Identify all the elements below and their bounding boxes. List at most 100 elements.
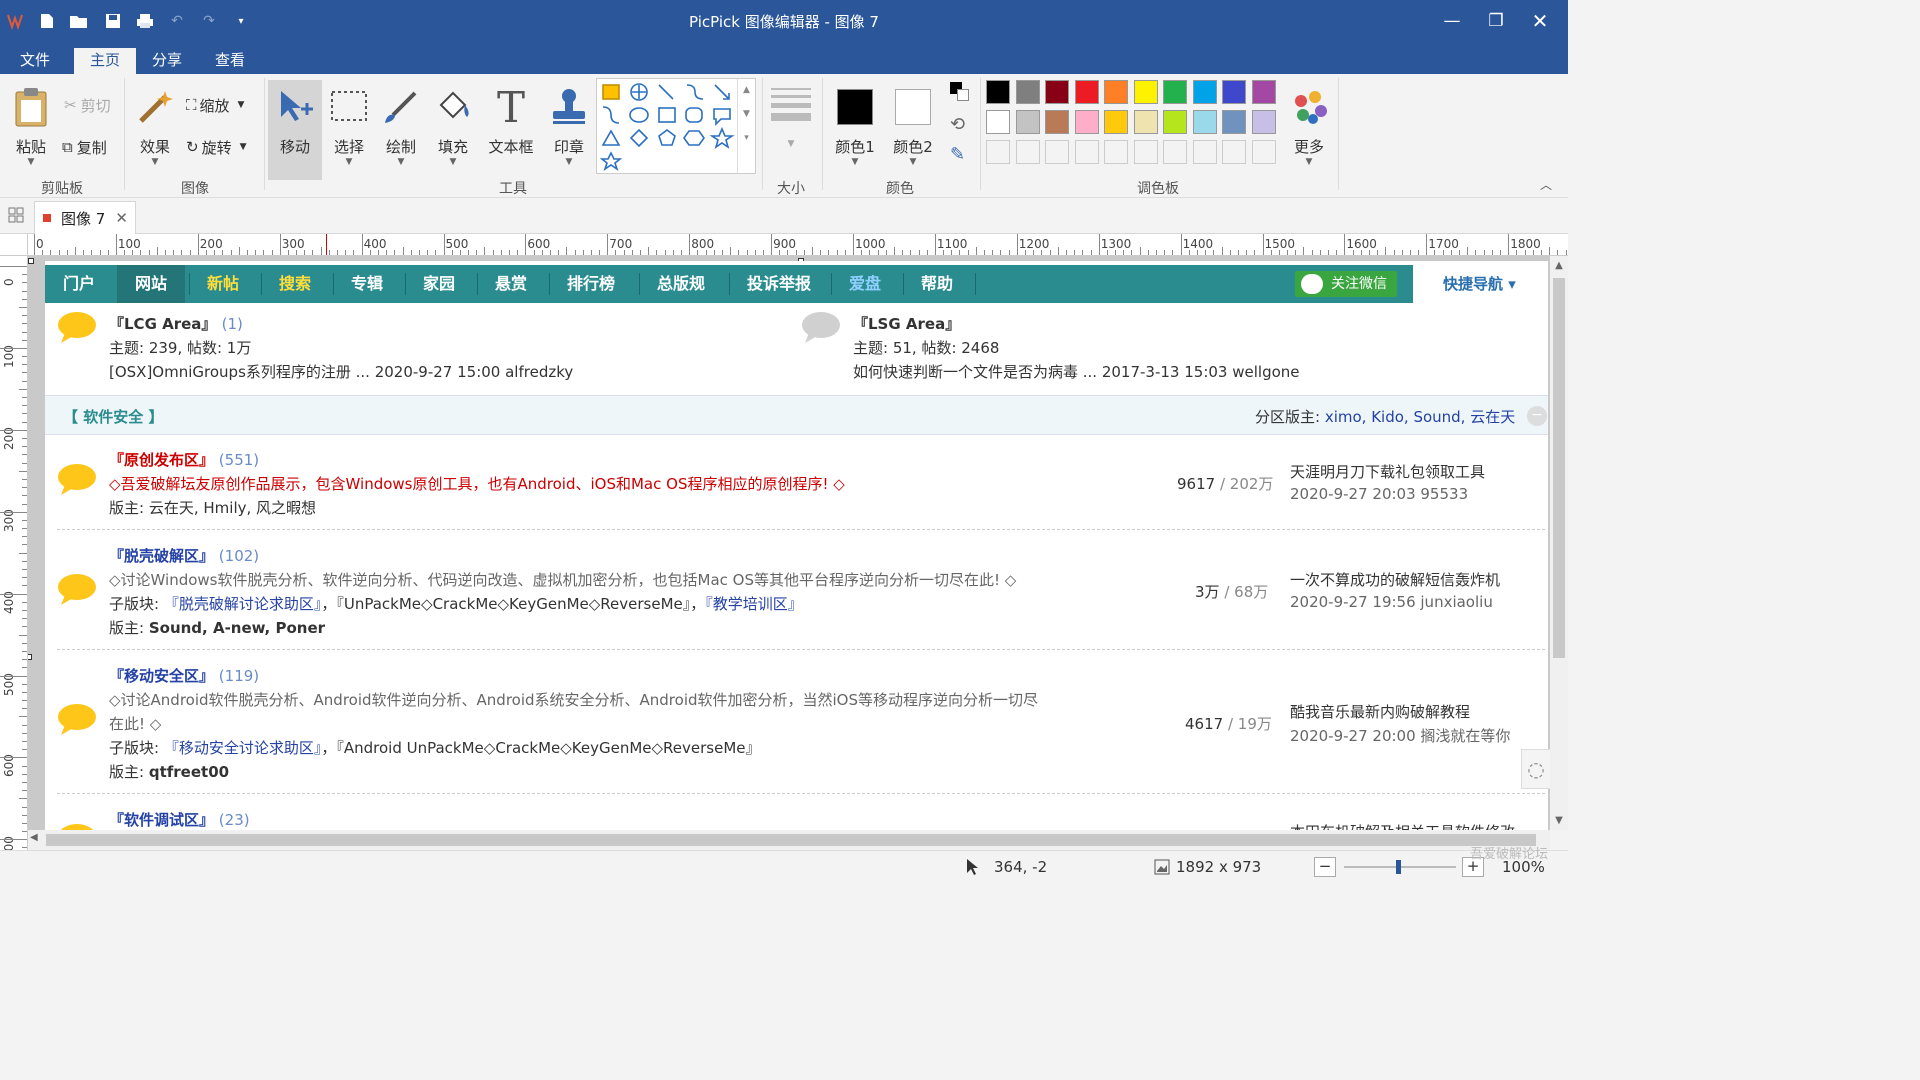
shape-star6[interactable] bbox=[599, 151, 623, 171]
document-tab[interactable]: 图像 7 ✕ bbox=[34, 201, 136, 234]
site-nav-item[interactable]: 专辑 bbox=[333, 265, 401, 303]
palette-swatch[interactable] bbox=[1163, 80, 1187, 104]
site-nav-item[interactable]: 投诉举报 bbox=[729, 265, 829, 303]
site-nav-item[interactable]: 家园 bbox=[405, 265, 473, 303]
palette-swatch[interactable] bbox=[986, 80, 1010, 104]
horizontal-scroll-thumb[interactable] bbox=[46, 834, 1536, 846]
shape-hexagon[interactable] bbox=[683, 130, 705, 146]
scroll-up-icon[interactable]: ▲ bbox=[1550, 260, 1568, 271]
palette-swatch[interactable] bbox=[1251, 80, 1276, 104]
subforum-link[interactable]: 『脱壳破解讨论求助区』 bbox=[164, 595, 322, 613]
shape-rectangle[interactable] bbox=[658, 107, 676, 123]
stamp-tool-button[interactable]: 印章 ▼ bbox=[542, 80, 596, 174]
gallery-expand-icon[interactable]: ▾ bbox=[738, 133, 755, 143]
grid-view-icon[interactable] bbox=[8, 207, 24, 223]
site-nav-item[interactable]: 新帖 bbox=[189, 265, 257, 303]
shape-ellipse[interactable] bbox=[629, 107, 649, 123]
wechat-follow-button[interactable]: 关注微信 bbox=[1295, 271, 1397, 297]
palette-swatch[interactable] bbox=[1133, 80, 1158, 104]
vertical-scroll-thumb[interactable] bbox=[1553, 278, 1565, 658]
resize-handle-left[interactable] bbox=[28, 654, 32, 660]
line-size-button[interactable]: ▼ bbox=[768, 84, 814, 164]
quick-nav-dropdown[interactable]: 快捷导航 ▾ bbox=[1413, 265, 1548, 303]
palette-swatch[interactable] bbox=[1163, 110, 1187, 134]
palette-swatch[interactable] bbox=[1104, 80, 1128, 104]
site-nav-item[interactable]: 门户 bbox=[45, 265, 113, 303]
site-nav-item[interactable]: 帮助 bbox=[903, 265, 971, 303]
section-mods-list[interactable]: ximo, Kido, Sound, 云在天 bbox=[1325, 408, 1515, 426]
textbox-tool-button[interactable]: T 文本框 bbox=[482, 80, 540, 174]
select-tool-button[interactable]: 选择 ▼ bbox=[322, 80, 376, 174]
resize-handle-tl[interactable] bbox=[28, 258, 34, 264]
site-nav-item[interactable]: 爱盘 bbox=[831, 265, 899, 303]
vertical-scrollbar[interactable]: ▲ ▼ bbox=[1550, 256, 1568, 830]
horizontal-scrollbar[interactable]: ◀ bbox=[28, 830, 1550, 850]
palette-swatch[interactable] bbox=[1222, 80, 1246, 104]
zoom-slider-thumb[interactable] bbox=[1396, 860, 1401, 874]
tab-home[interactable]: 主页 bbox=[74, 48, 137, 74]
palette-empty-swatch[interactable] bbox=[1104, 140, 1128, 164]
color2-button[interactable]: 颜色2 ▼ bbox=[886, 80, 940, 174]
palette-empty-swatch[interactable] bbox=[1015, 140, 1040, 164]
shape-triangle[interactable] bbox=[601, 129, 621, 146]
palette-swatch[interactable] bbox=[1251, 110, 1276, 134]
shape-curve[interactable] bbox=[686, 84, 704, 100]
scroll-up-icon[interactable]: ▲ bbox=[738, 85, 755, 95]
subforum-link[interactable]: 『Android UnPackMe◇CrackMe◇KeyGenMe◇Rever… bbox=[336, 739, 760, 757]
forum-last-title[interactable]: 本田车机破解及相关工具软件修改 bbox=[1290, 821, 1515, 830]
palette-empty-swatch[interactable] bbox=[986, 140, 1010, 164]
shape-star[interactable] bbox=[709, 126, 735, 149]
close-tab-icon[interactable]: ✕ bbox=[115, 209, 128, 227]
palette-empty-swatch[interactable] bbox=[1222, 140, 1246, 164]
color1-button[interactable]: 颜色1 ▼ bbox=[828, 80, 882, 174]
move-tool-button[interactable]: 移动 bbox=[268, 80, 322, 180]
shape-arrow[interactable] bbox=[714, 84, 730, 100]
palette-swatch[interactable] bbox=[1045, 110, 1069, 134]
zoom-out-button[interactable]: − bbox=[1314, 857, 1336, 877]
shapes-gallery-scroll[interactable]: ▲ ▼ ▾ bbox=[737, 79, 755, 173]
site-nav-item[interactable]: 排行榜 bbox=[549, 265, 633, 303]
subforum-link[interactable]: 『教学培训区』 bbox=[705, 595, 803, 613]
palette-swatch[interactable] bbox=[1074, 110, 1099, 134]
forum-name[interactable]: 『脱壳破解区』 (102) bbox=[109, 545, 259, 566]
site-nav-item[interactable]: 网站 bbox=[117, 265, 186, 303]
tab-file[interactable]: 文件 bbox=[4, 48, 66, 74]
palette-empty-swatch[interactable] bbox=[1074, 140, 1099, 164]
palette-swatch[interactable] bbox=[1045, 80, 1069, 104]
shape-callout[interactable] bbox=[713, 108, 731, 126]
subforum-link[interactable]: 『UnPackMe◇CrackMe◇KeyGenMe◇ReverseMe』 bbox=[336, 595, 690, 613]
fill-tool-button[interactable]: 填充 ▼ bbox=[426, 80, 480, 174]
forum-last-post[interactable]: 如何快速判断一个文件是否为病毒 ... 2017-3-13 15:03 well… bbox=[853, 361, 1300, 382]
shape-rounded-rect[interactable] bbox=[685, 107, 703, 123]
forum-last-title[interactable]: 一次不算成功的破解短信轰炸机 bbox=[1290, 569, 1500, 590]
palette-empty-swatch[interactable] bbox=[1133, 140, 1158, 164]
palette-swatch[interactable] bbox=[1104, 110, 1128, 134]
palette-empty-swatch[interactable] bbox=[1163, 140, 1187, 164]
palette-empty-swatch[interactable] bbox=[1192, 140, 1217, 164]
restore-button[interactable]: ❐ bbox=[1476, 6, 1516, 36]
scroll-down-icon[interactable]: ▼ bbox=[1550, 815, 1568, 826]
palette-empty-swatch[interactable] bbox=[1251, 140, 1276, 164]
collapse-ribbon-icon[interactable]: ︿ bbox=[1540, 176, 1552, 193]
effect-button[interactable]: 效果 ▼ bbox=[128, 80, 182, 174]
minimize-button[interactable]: — bbox=[1432, 6, 1472, 36]
forum-last-title[interactable]: 酷我音乐最新内购破解教程 bbox=[1290, 701, 1470, 722]
refresh-float-icon[interactable]: ◌ bbox=[1521, 749, 1550, 789]
copy-button[interactable]: ⧉ 复制 bbox=[62, 134, 107, 160]
forum-last-post[interactable]: [OSX]OmniGroups系列程序的注册 ... 2020-9-27 15:… bbox=[109, 361, 573, 382]
shape-diamond[interactable] bbox=[629, 128, 649, 148]
shape-pentagon[interactable] bbox=[658, 129, 676, 146]
more-colors-button[interactable]: 更多 ▼ bbox=[1282, 80, 1336, 174]
palette-swatch[interactable] bbox=[1015, 80, 1040, 104]
forum-name[interactable]: 『LCG Area』 (1) bbox=[109, 313, 243, 334]
subforum-link[interactable]: 『移动安全讨论求助区』 bbox=[164, 739, 322, 757]
palette-swatch[interactable] bbox=[1074, 80, 1099, 104]
palette-swatch[interactable] bbox=[1192, 110, 1217, 134]
reset-colors-icon[interactable]: ⟲ bbox=[950, 114, 965, 135]
forum-name[interactable]: 『移动安全区』 (119) bbox=[109, 665, 259, 686]
paste-button[interactable]: 粘贴 ▼ bbox=[4, 80, 58, 174]
palette-swatch[interactable] bbox=[986, 110, 1010, 134]
collapse-section-icon[interactable]: − bbox=[1527, 406, 1547, 426]
site-nav-item[interactable]: 总版规 bbox=[639, 265, 723, 303]
palette-swatch[interactable] bbox=[1133, 110, 1158, 134]
